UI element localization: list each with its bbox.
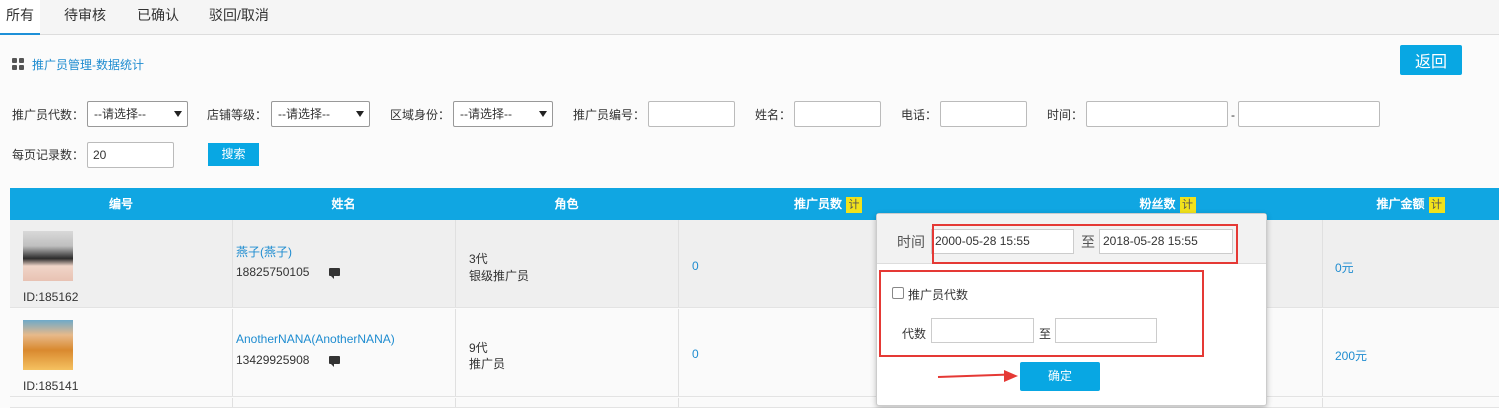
header-promoters-label: 推广员数: [793, 197, 842, 211]
table-header: 编号 姓名 角色 推广员数计 粉丝数计 推广金额计: [10, 188, 1499, 220]
per-page-label: 每页记录数：: [12, 148, 85, 162]
time-end-input[interactable]: [1238, 101, 1380, 127]
row-phone: 13429925908: [236, 353, 310, 367]
chevron-down-icon: [174, 111, 182, 117]
row-role: 推广员: [469, 357, 506, 371]
name-label: 姓名：: [755, 108, 792, 122]
fans-filter-popup: 时间 2000-05-28 15:55 至 2018-05-28 15:55 推…: [876, 213, 1267, 406]
tab-confirmed[interactable]: 已确认: [131, 0, 185, 35]
level-select[interactable]: --请选择--: [87, 101, 188, 127]
table-row: [10, 398, 1499, 408]
row-name-link[interactable]: 燕子(燕子): [236, 243, 292, 260]
header-name: 姓名: [331, 197, 356, 211]
phone-input[interactable]: [940, 101, 1027, 127]
header-id: 编号: [108, 197, 133, 211]
grid-icon: [12, 57, 25, 71]
chat-icon[interactable]: [329, 356, 340, 367]
row-name-link[interactable]: AnotherNANA(AnotherNANA): [236, 332, 395, 346]
row-id: ID:185162: [23, 290, 79, 304]
chat-icon[interactable]: [329, 268, 340, 279]
row-promoters-link[interactable]: 0: [692, 259, 699, 273]
tab-pending[interactable]: 待审核: [58, 0, 112, 35]
row-amount-link[interactable]: 200元: [1335, 347, 1367, 364]
row-promoters-link[interactable]: 0: [692, 347, 699, 361]
back-button[interactable]: 返回: [1400, 45, 1462, 75]
promoter-code-input[interactable]: [648, 101, 735, 127]
region-select[interactable]: --请选择--: [453, 101, 553, 127]
highlight-box: [932, 224, 1238, 264]
table-row: ID:185141 AnotherNANA(AnotherNANA) 13429…: [10, 309, 1499, 397]
avatar: [23, 231, 73, 281]
time-separator: -: [1231, 108, 1235, 122]
time-start-input[interactable]: [1086, 101, 1228, 127]
row-generation: 9代: [469, 341, 488, 355]
confirm-button[interactable]: 确定: [1020, 362, 1100, 391]
tab-bar: 所有 待审核 已确认 驳回/取消: [0, 0, 1499, 35]
name-input[interactable]: [794, 101, 881, 127]
table-row: ID:185162 燕子(燕子) 18825750105 3代 银级推广员 0 …: [10, 220, 1499, 308]
tab-rejected[interactable]: 驳回/取消: [203, 0, 275, 35]
calc-icon[interactable]: 计: [1179, 196, 1196, 213]
header-amount: 推广金额计: [1322, 188, 1499, 220]
chevron-down-icon: [539, 111, 547, 117]
breadcrumb: 推广员管理-数据统计: [12, 55, 144, 73]
shop-level-label: 店铺等级：: [207, 108, 268, 122]
calc-icon[interactable]: 计: [846, 196, 862, 213]
row-role: 银级推广员: [469, 269, 530, 283]
popup-time-label: 时间: [897, 234, 925, 250]
region-select-value: --请选择--: [460, 107, 512, 121]
calc-icon[interactable]: 计: [1428, 196, 1445, 213]
row-phone: 18825750105: [236, 265, 310, 279]
row-amount-link[interactable]: 0元: [1335, 259, 1354, 276]
phone-label: 电话：: [901, 108, 938, 122]
header-role: 角色: [554, 197, 579, 211]
level-select-value: --请选择--: [94, 107, 146, 121]
row-generation: 3代: [469, 252, 488, 266]
tab-all[interactable]: 所有: [0, 0, 40, 35]
avatar: [23, 320, 73, 370]
chevron-down-icon: [356, 111, 364, 117]
shop-level-select-value: --请选择--: [278, 107, 330, 121]
breadcrumb-text[interactable]: 推广员管理-数据统计: [32, 56, 144, 73]
region-label: 区域身份：: [390, 108, 451, 122]
highlight-box: [879, 270, 1204, 357]
shop-level-select[interactable]: --请选择--: [271, 101, 370, 127]
row-id: ID:185141: [23, 379, 79, 393]
level-label: 推广员代数：: [12, 108, 85, 122]
arrow-head-icon: [1004, 370, 1018, 382]
per-page-input[interactable]: 20: [87, 142, 174, 168]
header-amount-label: 推广金额: [1376, 197, 1425, 211]
time-label: 时间：: [1047, 108, 1084, 122]
header-fans-label: 粉丝数: [1139, 197, 1176, 211]
promoter-code-label: 推广员编号：: [573, 108, 646, 122]
search-button[interactable]: 搜索: [208, 143, 259, 166]
